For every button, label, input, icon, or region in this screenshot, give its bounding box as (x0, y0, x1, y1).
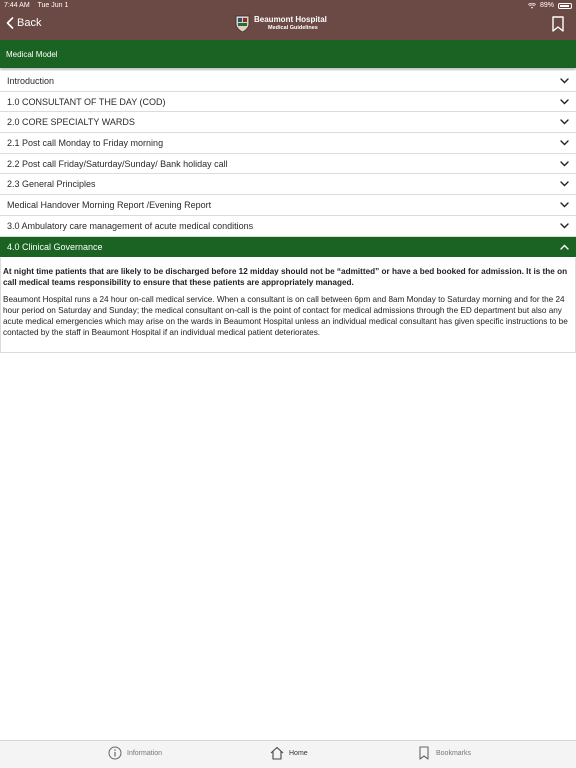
guideline-accordion: Introduction 1.0 CONSULTANT OF THE DAY (… (0, 71, 576, 258)
tab-home-label: Home (289, 749, 308, 757)
accordion-item-label: 2.0 CORE SPECIALTY WARDS (7, 117, 135, 128)
accordion-item-consultant-of-the-day[interactable]: 1.0 CONSULTANT OF THE DAY (COD) (0, 91, 576, 113)
accordion-item-label: 2.3 General Principles (7, 179, 96, 190)
accordion-item-post-call-weekend[interactable]: 2.2 Post call Friday/Saturday/Sunday/ Ba… (0, 153, 576, 175)
app-subtitle: Medical Guidelines (268, 25, 318, 32)
accordion-item-core-specialty-wards[interactable]: 2.0 CORE SPECIALTY WARDS (0, 112, 576, 134)
hospital-crest-icon (235, 15, 250, 33)
chevron-down-icon (560, 98, 569, 105)
back-label: Back (17, 17, 42, 29)
chevron-down-icon (560, 222, 569, 229)
tab-information[interactable]: Information (108, 746, 162, 760)
accordion-item-introduction[interactable]: Introduction (0, 71, 576, 92)
chevron-down-icon (560, 140, 569, 146)
accordion-item-clinical-governance[interactable]: 4.0 Clinical Governance (0, 236, 576, 258)
top-navigation-bar: 7:44 AM Tue Jun 1 89% Back Beaumont Hosp… (0, 0, 576, 40)
status-bar: 7:44 AM Tue Jun 1 89% (4, 2, 572, 12)
app-brand: Beaumont Hospital Medical Guidelines (235, 15, 327, 33)
accordion-item-label: Medical Handover Morning Report /Evening… (7, 199, 212, 210)
bookmark-icon[interactable] (552, 16, 564, 32)
tab-home[interactable]: Home (270, 746, 308, 760)
back-button[interactable]: Back (6, 17, 41, 29)
battery-percent: 89% (539, 2, 554, 9)
chevron-down-icon (560, 181, 569, 187)
status-time: 7:44 AM (4, 2, 30, 9)
accordion-item-post-call-weekday[interactable]: 2.1 Post call Monday to Friday morning (0, 133, 576, 154)
section-title: Medical Model (6, 50, 58, 59)
accordion-item-general-principles[interactable]: 2.3 General Principles (0, 174, 576, 196)
info-icon (108, 746, 122, 760)
tab-bookmarks-label: Bookmarks (436, 749, 472, 757)
chevron-up-icon (560, 244, 569, 250)
home-icon (270, 746, 284, 760)
chevron-down-icon (560, 78, 569, 84)
accordion-item-medical-handover[interactable]: Medical Handover Morning Report /Evening… (0, 195, 576, 216)
accordion-item-label: 4.0 Clinical Governance (7, 241, 103, 252)
accordion-item-label: 2.1 Post call Monday to Friday morning (7, 137, 164, 148)
expanded-section-content: At night time patients that are likely t… (0, 258, 576, 353)
accordion-item-label: Introduction (7, 75, 55, 86)
important-notice-text: At night time patients that are likely t… (3, 267, 568, 287)
chevron-left-icon (6, 17, 14, 29)
status-date: Tue Jun 1 (37, 2, 69, 9)
section-header: Medical Model (0, 40, 576, 68)
chevron-down-icon (560, 119, 569, 125)
body-paragraph: Beaumont Hospital runs a 24 hour on-call… (3, 295, 568, 337)
accordion-item-ambulatory-care[interactable]: 3.0 Ambulatory care management of acute … (0, 215, 576, 237)
chevron-down-icon (560, 202, 569, 208)
bottom-tab-bar: Information Home Bookmarks (0, 740, 576, 768)
chevron-down-icon (560, 160, 569, 167)
accordion-item-label: 2.2 Post call Friday/Saturday/Sunday/ Ba… (7, 158, 228, 169)
accordion-item-label: 3.0 Ambulatory care management of acute … (7, 220, 254, 231)
app-title: Beaumont Hospital (254, 15, 327, 25)
bookmark-icon (419, 746, 429, 760)
accordion-item-label: 1.0 CONSULTANT OF THE DAY (COD) (7, 96, 166, 107)
tab-information-label: Information (127, 749, 163, 757)
tab-bookmarks[interactable]: Bookmarks (417, 746, 471, 760)
battery-icon (558, 2, 572, 9)
wifi-icon (527, 2, 536, 9)
